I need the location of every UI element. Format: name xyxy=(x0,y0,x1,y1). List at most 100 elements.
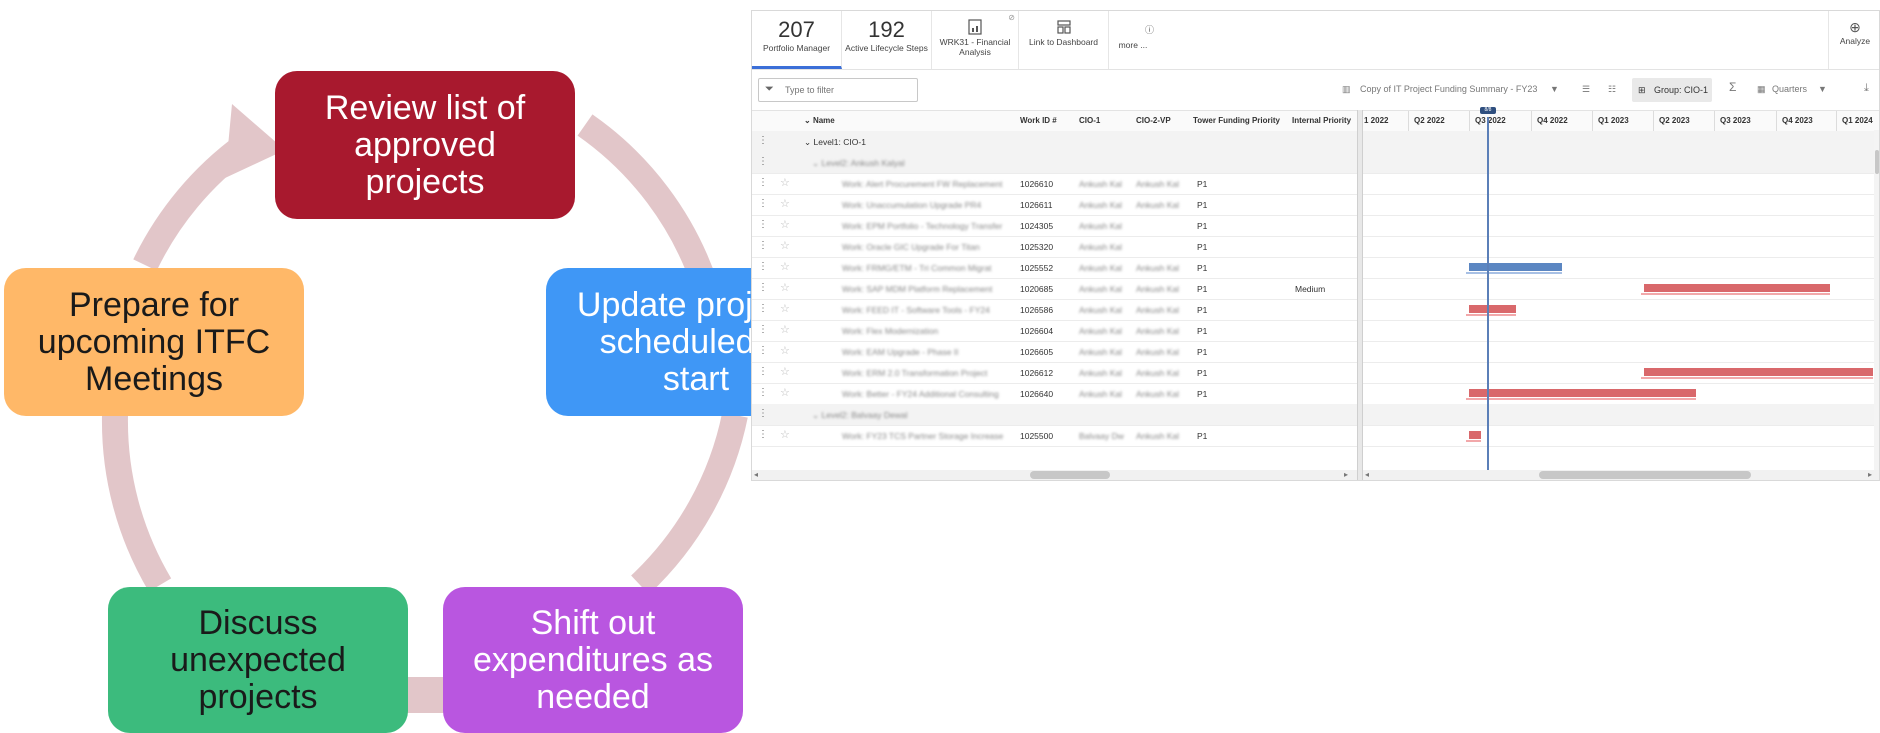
view-dropdown-icon[interactable]: ▼ xyxy=(1550,84,1559,94)
timescale-selector[interactable]: Quarters xyxy=(1772,84,1807,94)
sort-icon[interactable]: ☰ xyxy=(1582,84,1590,95)
gantt-baseline xyxy=(1640,293,1830,295)
cell-priority: P1 xyxy=(1197,284,1208,294)
favorite-star-icon[interactable]: ☆ xyxy=(780,197,790,210)
cell-name: Work: Alert Procurement FW Replacement xyxy=(842,179,1003,189)
tile-portfolio-manager[interactable]: 207 Portfolio Manager xyxy=(752,11,842,69)
cell-cio1: Ankush Kal xyxy=(1079,326,1122,336)
row-menu-icon[interactable]: ⋮ xyxy=(758,408,768,419)
gantt-horizontal-scrollbar[interactable]: ◂ ▸ xyxy=(1363,470,1879,480)
col-name-header[interactable]: ⌄ Name xyxy=(804,116,835,125)
tile-more[interactable]: ⓘ more ... xyxy=(1109,11,1157,69)
gantt-scroll-right-icon[interactable]: ▸ xyxy=(1868,470,1872,479)
col-name-label: Name xyxy=(812,116,835,125)
favorite-star-icon[interactable]: ☆ xyxy=(780,344,790,357)
list-icon[interactable]: ☷ xyxy=(1608,84,1616,95)
row-menu-icon[interactable]: ⋮ xyxy=(758,429,768,440)
gantt-bar[interactable] xyxy=(1466,431,1482,442)
summary-tiles: 207 Portfolio Manager 192 Active Lifecyc… xyxy=(752,11,1879,70)
today-marker: 8/8 xyxy=(1480,107,1496,114)
quarter-divider xyxy=(1836,111,1837,131)
col-tower-priority-header[interactable]: Tower Funding Priority xyxy=(1193,116,1280,125)
filter-input[interactable] xyxy=(783,84,907,96)
download-icon[interactable]: ⤓ xyxy=(1864,82,1869,95)
row-menu-icon[interactable]: ⋮ xyxy=(758,303,768,314)
vertical-scroll-thumb[interactable] xyxy=(1875,150,1879,174)
favorite-star-icon[interactable]: ☆ xyxy=(780,218,790,231)
quarter-divider xyxy=(1469,111,1470,131)
favorite-star-icon[interactable]: ☆ xyxy=(780,365,790,378)
row-menu-icon[interactable]: ⋮ xyxy=(758,324,768,335)
gantt-bar[interactable] xyxy=(1640,368,1873,379)
favorite-star-icon[interactable]: ☆ xyxy=(780,386,790,399)
row-menu-icon[interactable]: ⋮ xyxy=(758,282,768,293)
view-icon: ▥ xyxy=(1342,84,1351,94)
favorite-star-icon[interactable]: ☆ xyxy=(780,239,790,252)
gantt-bar[interactable] xyxy=(1640,284,1830,295)
pin-icon: ⊘ xyxy=(1008,13,1015,22)
favorite-star-icon[interactable]: ☆ xyxy=(780,176,790,189)
row-menu-icon[interactable]: ⋮ xyxy=(758,387,768,398)
grid-toolbar: ⏷ ▥ Copy of IT Project Funding Summary -… xyxy=(752,74,1879,110)
row-menu-icon[interactable]: ⋮ xyxy=(758,219,768,230)
row-menu-icon[interactable]: ⋮ xyxy=(758,135,768,146)
favorite-star-icon[interactable]: ☆ xyxy=(780,428,790,441)
analyze-button[interactable]: ⊕ Analyze xyxy=(1828,11,1879,69)
quarter-divider xyxy=(1531,111,1532,131)
cell-cio1: Ankush Kal xyxy=(1079,263,1122,273)
row-menu-icon[interactable]: ⋮ xyxy=(758,198,768,209)
step-review-label: Review list of approved projects xyxy=(324,88,526,201)
grid-scroll-thumb[interactable] xyxy=(1030,471,1110,479)
cell-name: Work: EAM Upgrade - Phase II xyxy=(842,347,959,357)
favorite-star-icon[interactable]: ☆ xyxy=(780,281,790,294)
cell-name: Work: Unaccumulation Upgrade PR4 xyxy=(842,200,982,210)
view-selector[interactable]: Copy of IT Project Funding Summary - FY2… xyxy=(1360,84,1537,94)
scroll-left-icon[interactable]: ◂ xyxy=(754,470,758,479)
step-prepare-label: Prepare for upcoming ITFC Meetings xyxy=(37,285,271,398)
vertical-scrollbar[interactable] xyxy=(1874,130,1879,470)
cell-cio2: Ankush Kal xyxy=(1136,200,1179,210)
gantt-baseline xyxy=(1640,377,1873,379)
gantt-chart xyxy=(1363,130,1879,468)
cell-cio2: Ankush Kal xyxy=(1136,431,1179,441)
cell-priority: P1 xyxy=(1197,368,1208,378)
gantt-scroll-left-icon[interactable]: ◂ xyxy=(1365,470,1369,479)
gantt-bar[interactable] xyxy=(1466,305,1516,316)
grid-horizontal-scrollbar[interactable]: ◂ ▸ xyxy=(752,470,1357,480)
row-menu-icon[interactable]: ⋮ xyxy=(758,240,768,251)
col-cio2-header[interactable]: CIO-2-VP xyxy=(1136,116,1171,125)
row-menu-icon[interactable]: ⋮ xyxy=(758,177,768,188)
cell-id: 1026610 xyxy=(1020,179,1054,189)
info-icon: ⓘ xyxy=(1145,25,1155,35)
favorite-star-icon[interactable]: ☆ xyxy=(780,302,790,315)
favorite-star-icon[interactable]: ☆ xyxy=(780,323,790,336)
group-label: ⌄ Level1: CIO-1 xyxy=(804,137,866,147)
favorite-star-icon[interactable]: ☆ xyxy=(780,260,790,273)
cell-name: Work: ERM 2.0 Transformation Project xyxy=(842,368,988,378)
row-menu-icon[interactable]: ⋮ xyxy=(758,156,768,167)
cell-cio1: Balvaay Dw xyxy=(1079,431,1124,441)
col-workid-header[interactable]: Work ID # xyxy=(1020,116,1057,125)
col-internal-priority-header[interactable]: Internal Priority xyxy=(1292,116,1351,125)
tile-active-lifecycle[interactable]: 192 Active Lifecycle Steps xyxy=(842,11,932,69)
gantt-scroll-thumb[interactable] xyxy=(1539,471,1751,479)
quarter-divider xyxy=(1776,111,1777,131)
col-cio1-header[interactable]: CIO-1 xyxy=(1079,116,1100,125)
tile-financial-analysis[interactable]: WRK31 - Financial Analysis ⊘ xyxy=(932,11,1019,69)
more-label: more ... xyxy=(1118,40,1148,50)
gantt-bar[interactable] xyxy=(1466,263,1562,274)
sum-icon[interactable]: Σ xyxy=(1729,80,1736,94)
row-menu-icon[interactable]: ⋮ xyxy=(758,261,768,272)
row-menu-icon[interactable]: ⋮ xyxy=(758,366,768,377)
cell-cio1: Ankush Kal xyxy=(1079,221,1122,231)
quarter-label: 1 2022 xyxy=(1364,116,1389,125)
group-button[interactable]: ⊞ Group: CIO-1 xyxy=(1632,78,1712,102)
filter-box[interactable]: ⏷ xyxy=(758,78,918,102)
tile-link-dashboard[interactable]: Link to Dashboard xyxy=(1019,11,1109,69)
timescale-dropdown-icon[interactable]: ▼ xyxy=(1818,84,1827,94)
scroll-right-icon[interactable]: ▸ xyxy=(1344,470,1348,479)
cell-priority: P1 xyxy=(1197,326,1208,336)
gantt-bar[interactable] xyxy=(1466,389,1696,400)
row-menu-icon[interactable]: ⋮ xyxy=(758,345,768,356)
group-label: Group: CIO-1 xyxy=(1654,85,1709,95)
